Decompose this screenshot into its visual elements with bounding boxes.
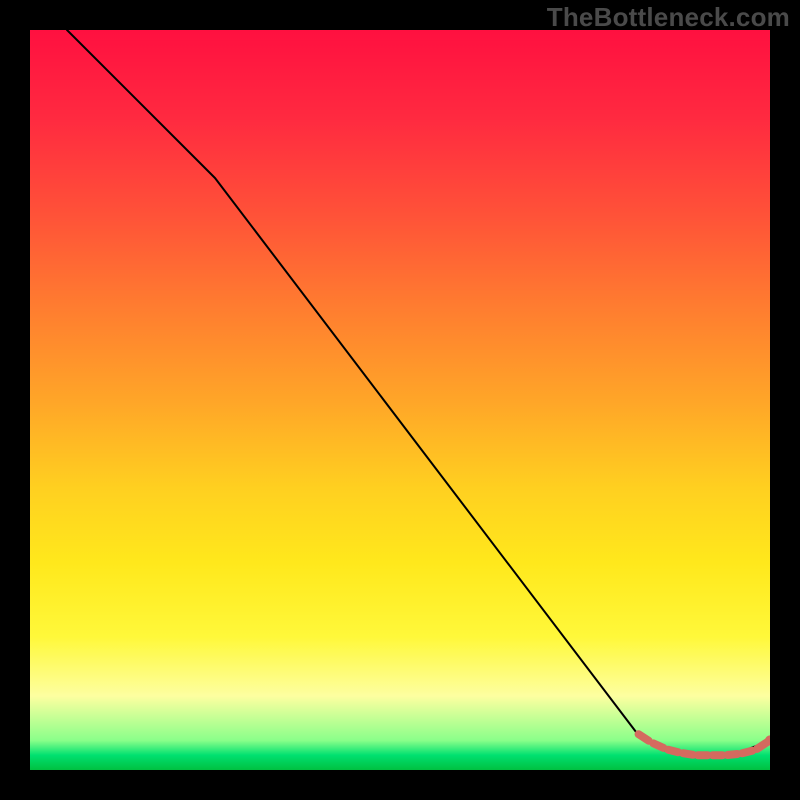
chart-svg <box>30 30 770 770</box>
optimal-zone-dash <box>653 743 663 748</box>
watermark-text: TheBottleneck.com <box>547 2 790 33</box>
plot-area <box>30 30 770 770</box>
optimal-zone-dash <box>757 742 767 749</box>
optimal-zone-dash <box>727 754 737 755</box>
bottleneck-curve <box>67 30 770 755</box>
chart-frame: TheBottleneck.com <box>0 0 800 800</box>
optimal-zone-dash <box>668 750 678 753</box>
optimal-zone-dash <box>639 734 649 741</box>
optimal-zone-dash <box>742 751 752 754</box>
optimal-zone-dash <box>683 753 693 755</box>
